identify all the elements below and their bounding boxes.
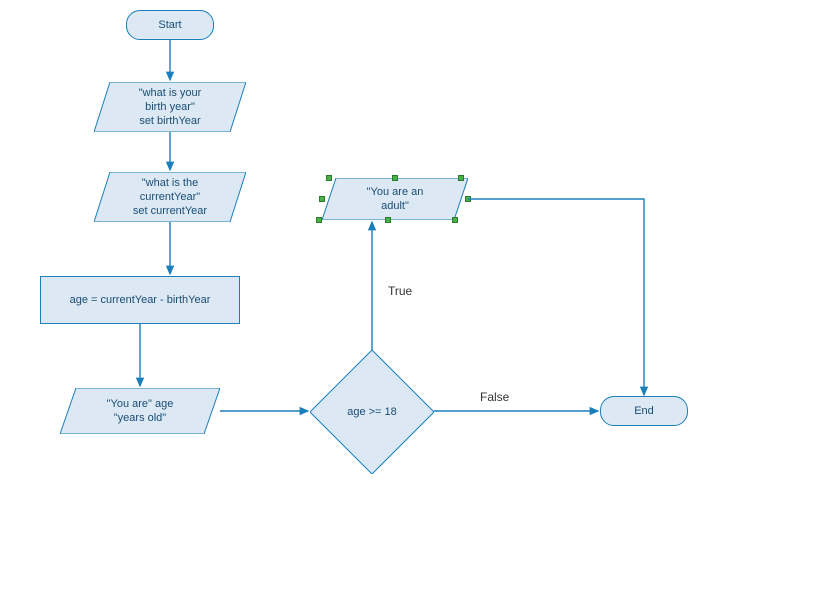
input-current-year-label: "what is the currentYear" set currentYea… <box>119 176 221 219</box>
input-birth-year-label: "what is your birth year" set birthYear <box>125 86 216 129</box>
decision-label: age >= 18 <box>347 406 397 418</box>
flowchart-canvas: Start "what is your birth year" set birt… <box>0 0 840 600</box>
edge-false-label: False <box>480 390 509 404</box>
output-age-label: "You are" age "years old" <box>93 397 188 426</box>
output-adult-label: "You are an adult" <box>353 185 438 214</box>
edge-true-label: True <box>388 284 412 298</box>
